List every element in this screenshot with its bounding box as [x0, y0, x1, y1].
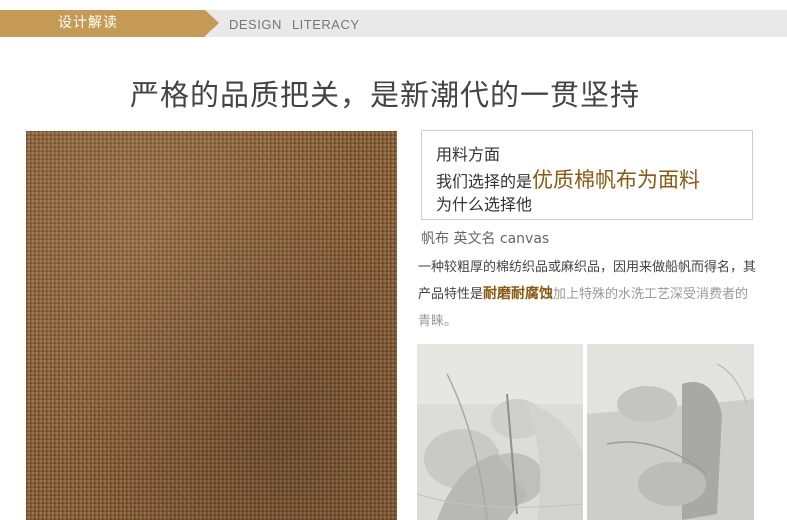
- page-title: 严格的品质把关，是新潮代的一贯坚持: [129, 78, 640, 112]
- cutting-fabric-photo: [587, 344, 754, 520]
- header-english-label: DESIGN LITERACY: [229, 17, 360, 32]
- material-info-box: 用料方面 我们选择的是优质棉帆布为面料 为什么选择他: [421, 130, 753, 220]
- header-tab-label: 设计解读: [58, 15, 118, 31]
- header-tab-arrow-icon: [205, 10, 219, 36]
- sewing-hands-photo: [417, 344, 583, 520]
- canvas-description: 一种较粗厚的棉纺织品或麻织品，因用来做船帆而得名，其产品特性是耐磨耐腐蚀加上特殊…: [418, 254, 758, 335]
- info-choice-highlight: 优质棉帆布为面料: [532, 168, 701, 192]
- canvas-name: 帆布 英文名 canvas: [421, 231, 550, 247]
- info-choice-prefix: 我们选择的是: [436, 172, 533, 191]
- info-line-why: 为什么选择他: [436, 195, 533, 214]
- description-highlight: 耐磨耐腐蚀: [483, 286, 554, 302]
- canvas-fabric-image: [26, 131, 397, 520]
- info-line-choice: 我们选择的是优质棉帆布为面料: [436, 164, 700, 194]
- info-line-material: 用料方面: [436, 145, 501, 164]
